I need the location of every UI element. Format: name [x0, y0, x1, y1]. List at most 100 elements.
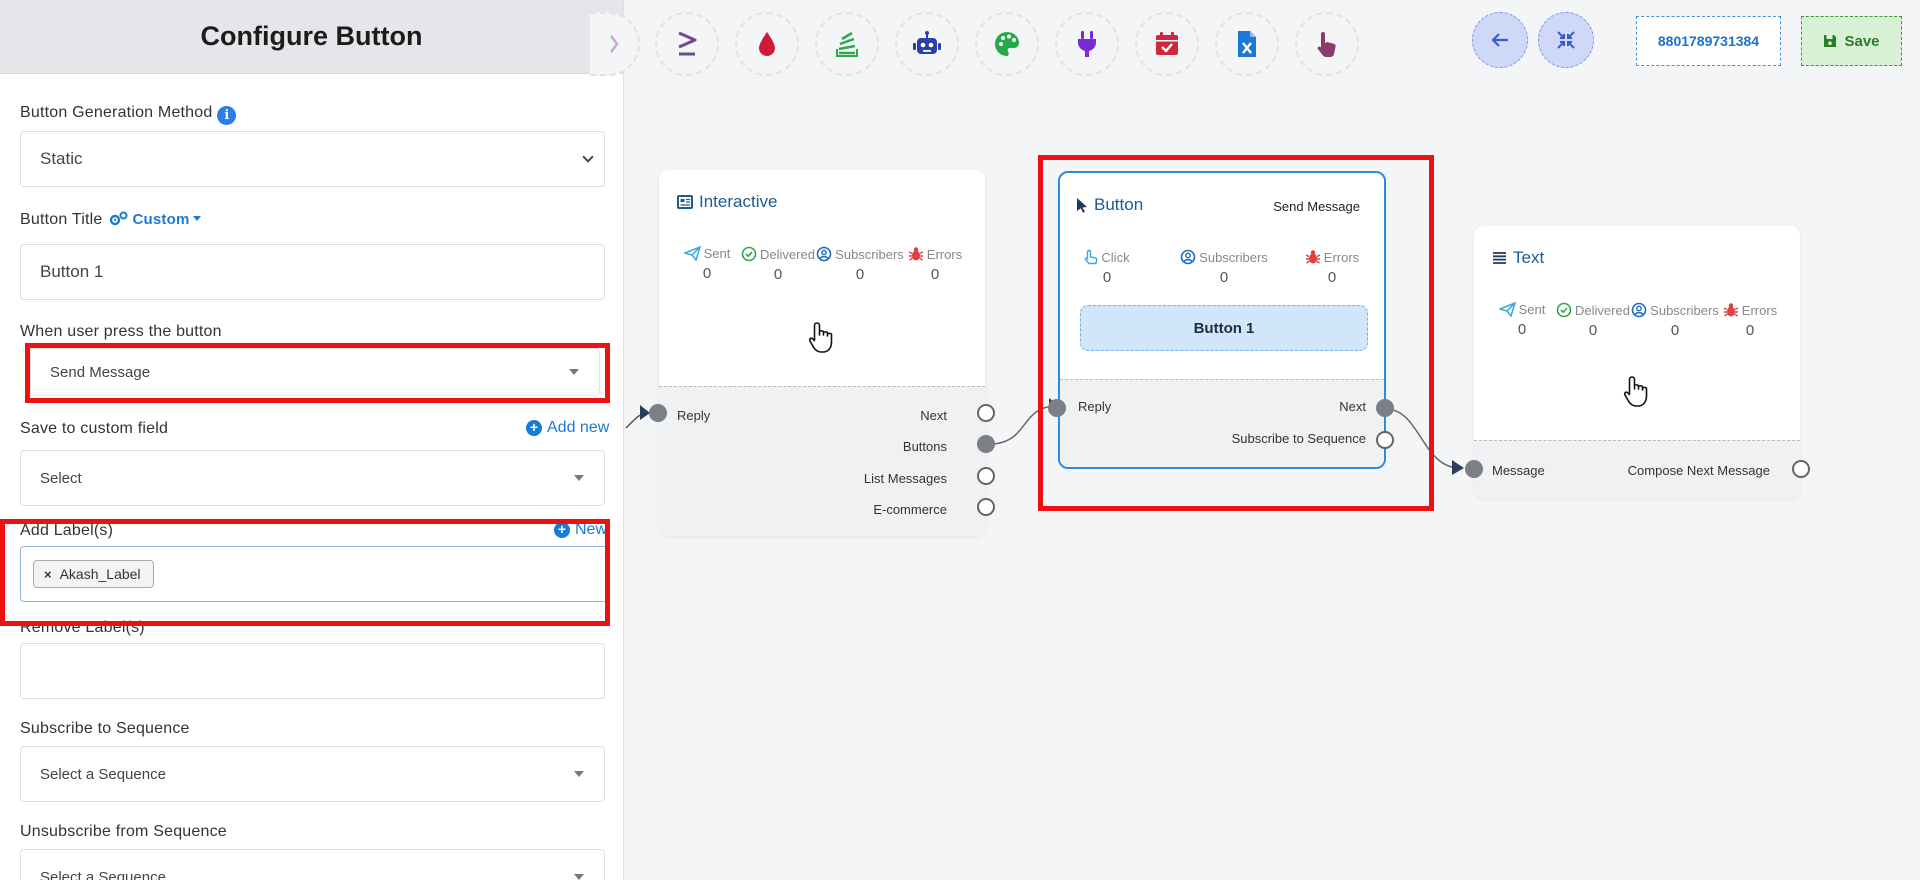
send-message-badge: Send Message — [1273, 199, 1360, 214]
toolbar-tool-plug[interactable] — [1055, 12, 1119, 76]
compose-next-message-port-label: Compose Next Message — [1627, 463, 1770, 478]
interactive-reply-port[interactable] — [649, 404, 667, 422]
custom-field-select[interactable]: Select — [20, 450, 605, 506]
user-circle-icon — [1631, 302, 1647, 318]
pointer-hand-icon — [1317, 32, 1336, 57]
stat-errors: Errors 0 — [1716, 302, 1784, 339]
check-circle-icon — [741, 246, 757, 262]
on-press-select[interactable]: Send Message — [30, 348, 600, 396]
stat-delivered: Delivered 0 — [735, 246, 821, 283]
caret-down-icon — [569, 369, 579, 375]
toolbar-tool-excel[interactable] — [1215, 12, 1279, 76]
stat-subscribers: Subscribers 0 — [815, 246, 905, 283]
paper-plane-icon — [683, 246, 701, 261]
stat-sent: Sent 0 — [1492, 302, 1552, 338]
subscribe-sequence-label: Subscribe to Sequence — [20, 720, 190, 737]
add-labels-input[interactable]: × Akash_Label — [20, 546, 610, 602]
toolbar-tool-partial[interactable] — [590, 12, 640, 76]
add-new-custom-field-link[interactable]: + Add new — [526, 419, 609, 437]
button-title-input[interactable]: Button 1 — [20, 244, 605, 300]
interactive-node-ports: Reply Next Buttons List Messages E-comme… — [659, 386, 985, 536]
toolbar-tool-drop[interactable] — [735, 12, 799, 76]
drop-icon — [759, 32, 775, 56]
stat-subscribers: Subscribers 0 — [1172, 249, 1276, 286]
bug-icon — [908, 247, 924, 261]
reply-port-label: Reply — [677, 408, 711, 423]
back-button[interactable] — [1472, 12, 1528, 68]
user-circle-icon — [1180, 249, 1196, 265]
unsubscribe-sequence-select[interactable]: Select a Sequence — [20, 849, 605, 880]
hand-cursor-icon — [1622, 374, 1652, 413]
mouse-pointer-icon — [1077, 198, 1087, 213]
custom-field-value: Select — [40, 469, 82, 487]
message-port-label: Message — [1492, 463, 1545, 478]
interactive-node[interactable]: Interactive Sent 0 Delivered 0 Subscribe… — [659, 170, 985, 536]
greater-equal-icon — [678, 31, 697, 56]
floppy-disk-icon — [1824, 35, 1837, 47]
plus-circle-icon: + — [554, 522, 570, 538]
chevron-down-icon — [582, 151, 594, 163]
interactive-ecommerce-port[interactable] — [977, 498, 995, 516]
plug-icon — [1078, 31, 1096, 57]
hand-cursor-icon — [807, 320, 837, 359]
new-label-link[interactable]: + New — [554, 521, 607, 539]
generation-method-select[interactable]: Static — [20, 131, 605, 187]
generation-method-value: Static — [40, 149, 83, 168]
next-port-label: Next — [1339, 399, 1366, 414]
compress-button[interactable] — [1538, 12, 1594, 68]
remove-labels-input[interactable] — [20, 643, 605, 699]
text-node-title: Text — [1492, 248, 1544, 268]
label-tag[interactable]: × Akash_Label — [33, 560, 154, 588]
on-press-label: When user press the button — [20, 323, 222, 340]
excel-file-icon — [1238, 31, 1256, 57]
text-node-ports: Message Compose Next Message — [1474, 440, 1800, 498]
text-node[interactable]: Text Sent 0 Delivered 0 Subscribers 0 Er… — [1474, 226, 1800, 498]
robot-icon — [913, 31, 941, 54]
info-icon[interactable]: i — [217, 106, 237, 125]
compress-icon — [1557, 31, 1575, 49]
arrow-left-icon — [1491, 33, 1508, 47]
unsubscribe-sequence-label: Unsubscribe from Sequence — [20, 823, 227, 840]
interactive-buttons-port[interactable] — [977, 435, 995, 453]
stat-errors: Errors 0 — [1296, 249, 1368, 286]
gears-icon — [110, 211, 128, 226]
button-node[interactable]: Button Send Message Click 0 Subscribers … — [1058, 171, 1386, 469]
interactive-node-title: Interactive — [677, 192, 777, 212]
caret-down-icon — [574, 874, 584, 880]
calendar-check-icon — [1156, 32, 1178, 55]
button-subscribe-sequence-port[interactable] — [1376, 431, 1394, 449]
subscribe-sequence-select[interactable]: Select a Sequence — [20, 746, 605, 802]
text-message-port[interactable] — [1465, 460, 1483, 478]
toolbar-tool-pointer[interactable] — [1295, 12, 1359, 76]
button-node-ports: Reply Next Subscribe to Sequence — [1060, 379, 1384, 467]
button-node-title: Button — [1076, 195, 1143, 215]
on-press-value: Send Message — [50, 363, 151, 381]
toolbar-tool-greater-equal[interactable] — [655, 12, 719, 76]
interactive-next-port[interactable] — [977, 404, 995, 422]
toolbar-tool-robot[interactable] — [895, 12, 959, 76]
button-preview[interactable]: Button 1 — [1080, 305, 1368, 351]
custom-dropdown[interactable]: Custom — [109, 211, 201, 228]
toolbar-tool-calendar[interactable] — [1135, 12, 1199, 76]
interactive-list-messages-port[interactable] — [977, 467, 995, 485]
stat-errors: Errors 0 — [901, 246, 969, 283]
paper-plane-icon — [1498, 302, 1516, 317]
unsubscribe-sequence-value: Select a Sequence — [40, 868, 166, 880]
button-reply-port[interactable] — [1048, 399, 1066, 417]
tool-partial-icon — [610, 35, 619, 53]
stat-delivered: Delivered 0 — [1550, 302, 1636, 339]
text-compose-next-message-port[interactable] — [1792, 460, 1810, 478]
subscribe-sequence-value: Select a Sequence — [40, 765, 166, 783]
button-title-label: Button Title Custom — [20, 211, 201, 229]
add-labels-label: Add Label(s) — [20, 522, 114, 539]
toolbar-tool-palette[interactable] — [975, 12, 1039, 76]
button-next-port[interactable] — [1376, 399, 1394, 417]
save-button[interactable]: Save — [1801, 16, 1902, 66]
phone-number-button[interactable]: 8801789731384 — [1636, 16, 1781, 66]
bug-icon — [1305, 250, 1321, 264]
remove-tag-icon[interactable]: × — [44, 567, 52, 582]
caret-down-icon — [574, 475, 584, 481]
palette-icon — [995, 32, 1019, 56]
user-circle-icon — [816, 246, 832, 262]
toolbar-tool-stack[interactable] — [815, 12, 879, 76]
